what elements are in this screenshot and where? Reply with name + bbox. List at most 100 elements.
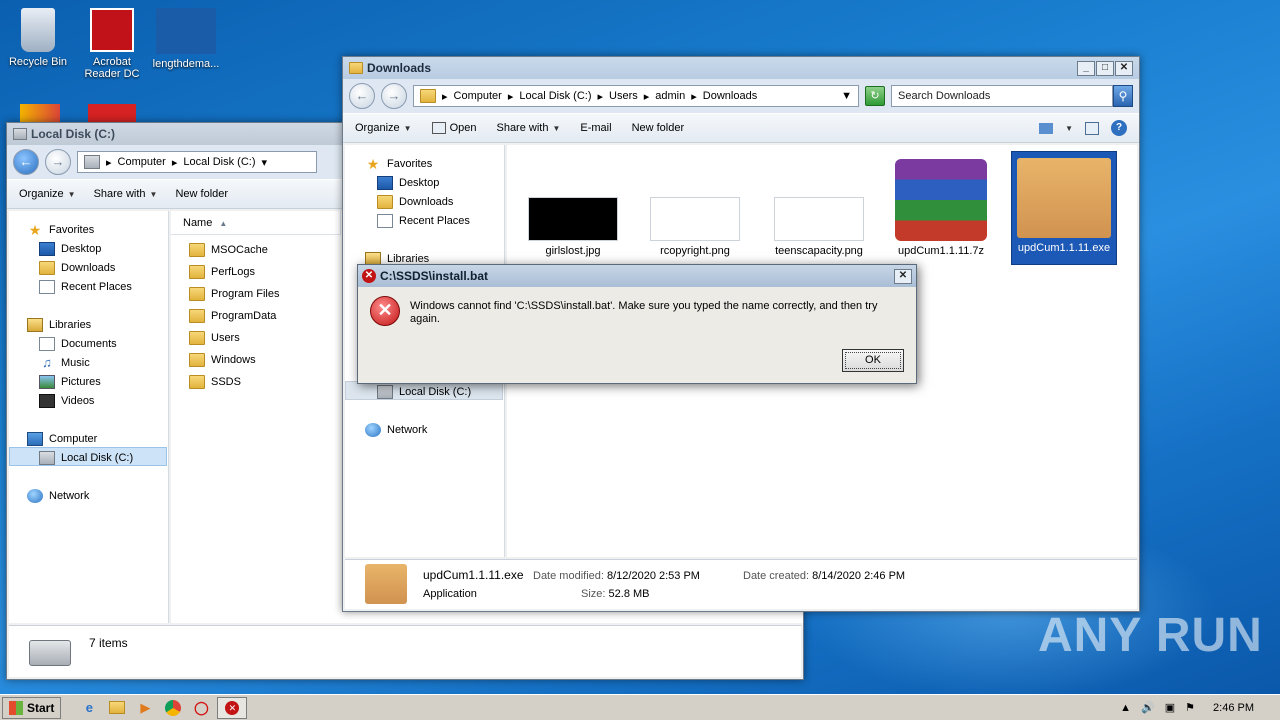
breadcrumb-sep: ▸ (442, 90, 448, 103)
clock[interactable]: 2:46 PM (1213, 702, 1254, 714)
list-item[interactable]: ProgramData (189, 309, 276, 323)
desktop-icon-partial-2[interactable] (88, 104, 136, 122)
file-thumbnail-selected[interactable]: updCum1.1.11.exe (1011, 151, 1117, 265)
desktop-icon-acrobat[interactable]: Acrobat Reader DC (74, 8, 150, 80)
change-view-icon[interactable] (1039, 122, 1054, 134)
date-created-value: 8/14/2020 2:46 PM (812, 570, 906, 582)
opera-icon[interactable]: ◯ (189, 697, 213, 719)
desktop-icon-label: Acrobat Reader DC (84, 56, 140, 80)
minimize-button[interactable]: _ (1077, 60, 1095, 76)
nav-favorites[interactable]: ★ Favorites (27, 222, 95, 238)
nav-videos[interactable]: Videos (39, 394, 94, 408)
organize-button[interactable]: Organize ▼ (355, 122, 412, 134)
search-placeholder: Search Downloads (898, 90, 991, 102)
list-item[interactable]: Program Files (189, 287, 279, 301)
list-item[interactable]: MSOCache (189, 243, 268, 257)
refresh-button[interactable]: ↻ (865, 86, 885, 106)
file-thumbnail[interactable]: teenscapacity.png (767, 197, 871, 257)
list-item[interactable]: PerfLogs (189, 265, 255, 279)
search-icon[interactable]: ⚲ (1113, 85, 1133, 107)
column-header-name[interactable]: Name ▲ (171, 211, 341, 235)
breadcrumb-local-disk[interactable]: Local Disk (C:) (183, 156, 255, 168)
address-bar[interactable]: ▸ Computer ▸ Local Disk (C:) ▾ (77, 151, 317, 173)
nav-computer[interactable]: Computer (27, 432, 97, 446)
close-button[interactable]: ✕ (894, 268, 912, 284)
nav-label: Desktop (399, 177, 440, 189)
list-item[interactable]: Windows (189, 353, 256, 367)
file-explorer-icon[interactable] (105, 697, 129, 719)
forward-button[interactable]: → (381, 83, 407, 109)
list-item[interactable]: SSDS (189, 375, 241, 389)
email-button[interactable]: E-mail (580, 122, 611, 134)
help-icon[interactable]: ? (1111, 120, 1127, 136)
new-folder-label: New folder (631, 122, 685, 134)
file-thumbnail[interactable]: rcopyright.png (645, 197, 745, 257)
drive-icon (84, 155, 100, 169)
nav-documents[interactable]: Documents (39, 337, 117, 351)
chevron-down-icon[interactable]: ▼ (1065, 124, 1073, 133)
file-icon (156, 8, 216, 54)
network-tray-icon[interactable]: ▣ (1165, 701, 1175, 714)
share-with-button[interactable]: Share with ▼ (496, 122, 560, 134)
nav-recent-places[interactable]: Recent Places (39, 280, 132, 294)
error-dialog-task-icon[interactable]: ✕ (217, 696, 248, 719)
nav-local-disk[interactable]: Local Disk (C:) (39, 451, 133, 465)
new-folder-button[interactable]: New folder (632, 122, 685, 134)
desktop-icon-lengthdema[interactable]: lengthdema... (148, 8, 224, 70)
back-button[interactable]: ← (13, 149, 39, 175)
open-button[interactable]: Open (431, 122, 476, 134)
file-thumbnail[interactable]: girlslost.jpg (523, 197, 623, 257)
details-pane: updCum1.1.11.exe Date modified: 8/12/202… (345, 559, 1137, 609)
back-button[interactable]: ← (349, 83, 375, 109)
file-thumbnail[interactable]: updCum1.1.11.7z (889, 159, 993, 257)
nav-downloads[interactable]: Downloads (377, 195, 453, 209)
internet-explorer-icon[interactable]: e (77, 697, 101, 719)
preview-pane-icon[interactable] (1085, 121, 1099, 135)
nav-local-disk[interactable]: Local Disk (C:) (377, 385, 471, 399)
drive-large-icon (29, 640, 71, 666)
desktop-icon-recycle-bin[interactable]: Recycle Bin (0, 8, 76, 68)
nav-recent-places[interactable]: Recent Places (377, 214, 470, 228)
nav-music[interactable]: ♫ Music (39, 356, 90, 370)
breadcrumb-admin[interactable]: admin (655, 90, 685, 102)
dialog-title-bar[interactable]: ✕ C:\SSDS\install.bat ✕ (358, 265, 916, 287)
breadcrumb-users[interactable]: Users (609, 90, 638, 102)
new-folder-button[interactable]: New folder (175, 188, 228, 200)
nav-pictures[interactable]: Pictures (39, 375, 101, 389)
forward-button[interactable]: → (45, 149, 71, 175)
list-item[interactable]: Users (189, 331, 240, 345)
ok-button[interactable]: OK (842, 349, 904, 372)
desktop-icon-partial[interactable] (20, 104, 60, 122)
media-player-icon[interactable]: ▶ (133, 697, 157, 719)
breadcrumb-computer[interactable]: Computer (118, 156, 166, 168)
flag-icon[interactable]: ⚑ (1185, 701, 1195, 714)
chevron-down-icon[interactable]: ▾ (261, 156, 267, 169)
breadcrumb-computer[interactable]: Computer (454, 90, 502, 102)
title-bar[interactable]: Downloads _ □ ✕ (343, 57, 1139, 79)
chevron-down-icon[interactable]: ▼ (841, 90, 852, 102)
acrobat-icon (90, 8, 134, 52)
nav-favorites[interactable]: ★ Favorites (365, 157, 433, 171)
nav-network[interactable]: Network (27, 489, 89, 503)
volume-icon[interactable]: 🔊 (1141, 701, 1155, 714)
share-with-label: Share with (496, 122, 549, 134)
breadcrumb-downloads[interactable]: Downloads (703, 90, 757, 102)
start-button[interactable]: Start (2, 696, 62, 719)
file-name: Windows (211, 354, 256, 366)
maximize-button[interactable]: □ (1096, 60, 1114, 76)
nav-desktop[interactable]: Desktop (39, 242, 101, 256)
nav-desktop[interactable]: Desktop (377, 176, 439, 190)
tray-expand-icon[interactable]: ▲ (1120, 702, 1131, 714)
organize-button[interactable]: Organize ▼ (19, 188, 76, 200)
breadcrumb-local-disk[interactable]: Local Disk (C:) (519, 90, 591, 102)
folder-icon (189, 353, 205, 367)
search-input[interactable]: Search Downloads (891, 85, 1113, 107)
nav-downloads[interactable]: Downloads (39, 261, 115, 275)
close-button[interactable]: ✕ (1115, 60, 1133, 76)
share-with-button[interactable]: Share with ▼ (94, 188, 158, 200)
nav-libraries[interactable]: Libraries (27, 318, 91, 332)
star-icon: ★ (28, 222, 42, 238)
address-bar[interactable]: ▸ Computer ▸ Local Disk (C:) ▸ Users ▸ a… (413, 85, 859, 107)
chrome-icon[interactable] (161, 697, 185, 719)
nav-network[interactable]: Network (365, 423, 427, 437)
